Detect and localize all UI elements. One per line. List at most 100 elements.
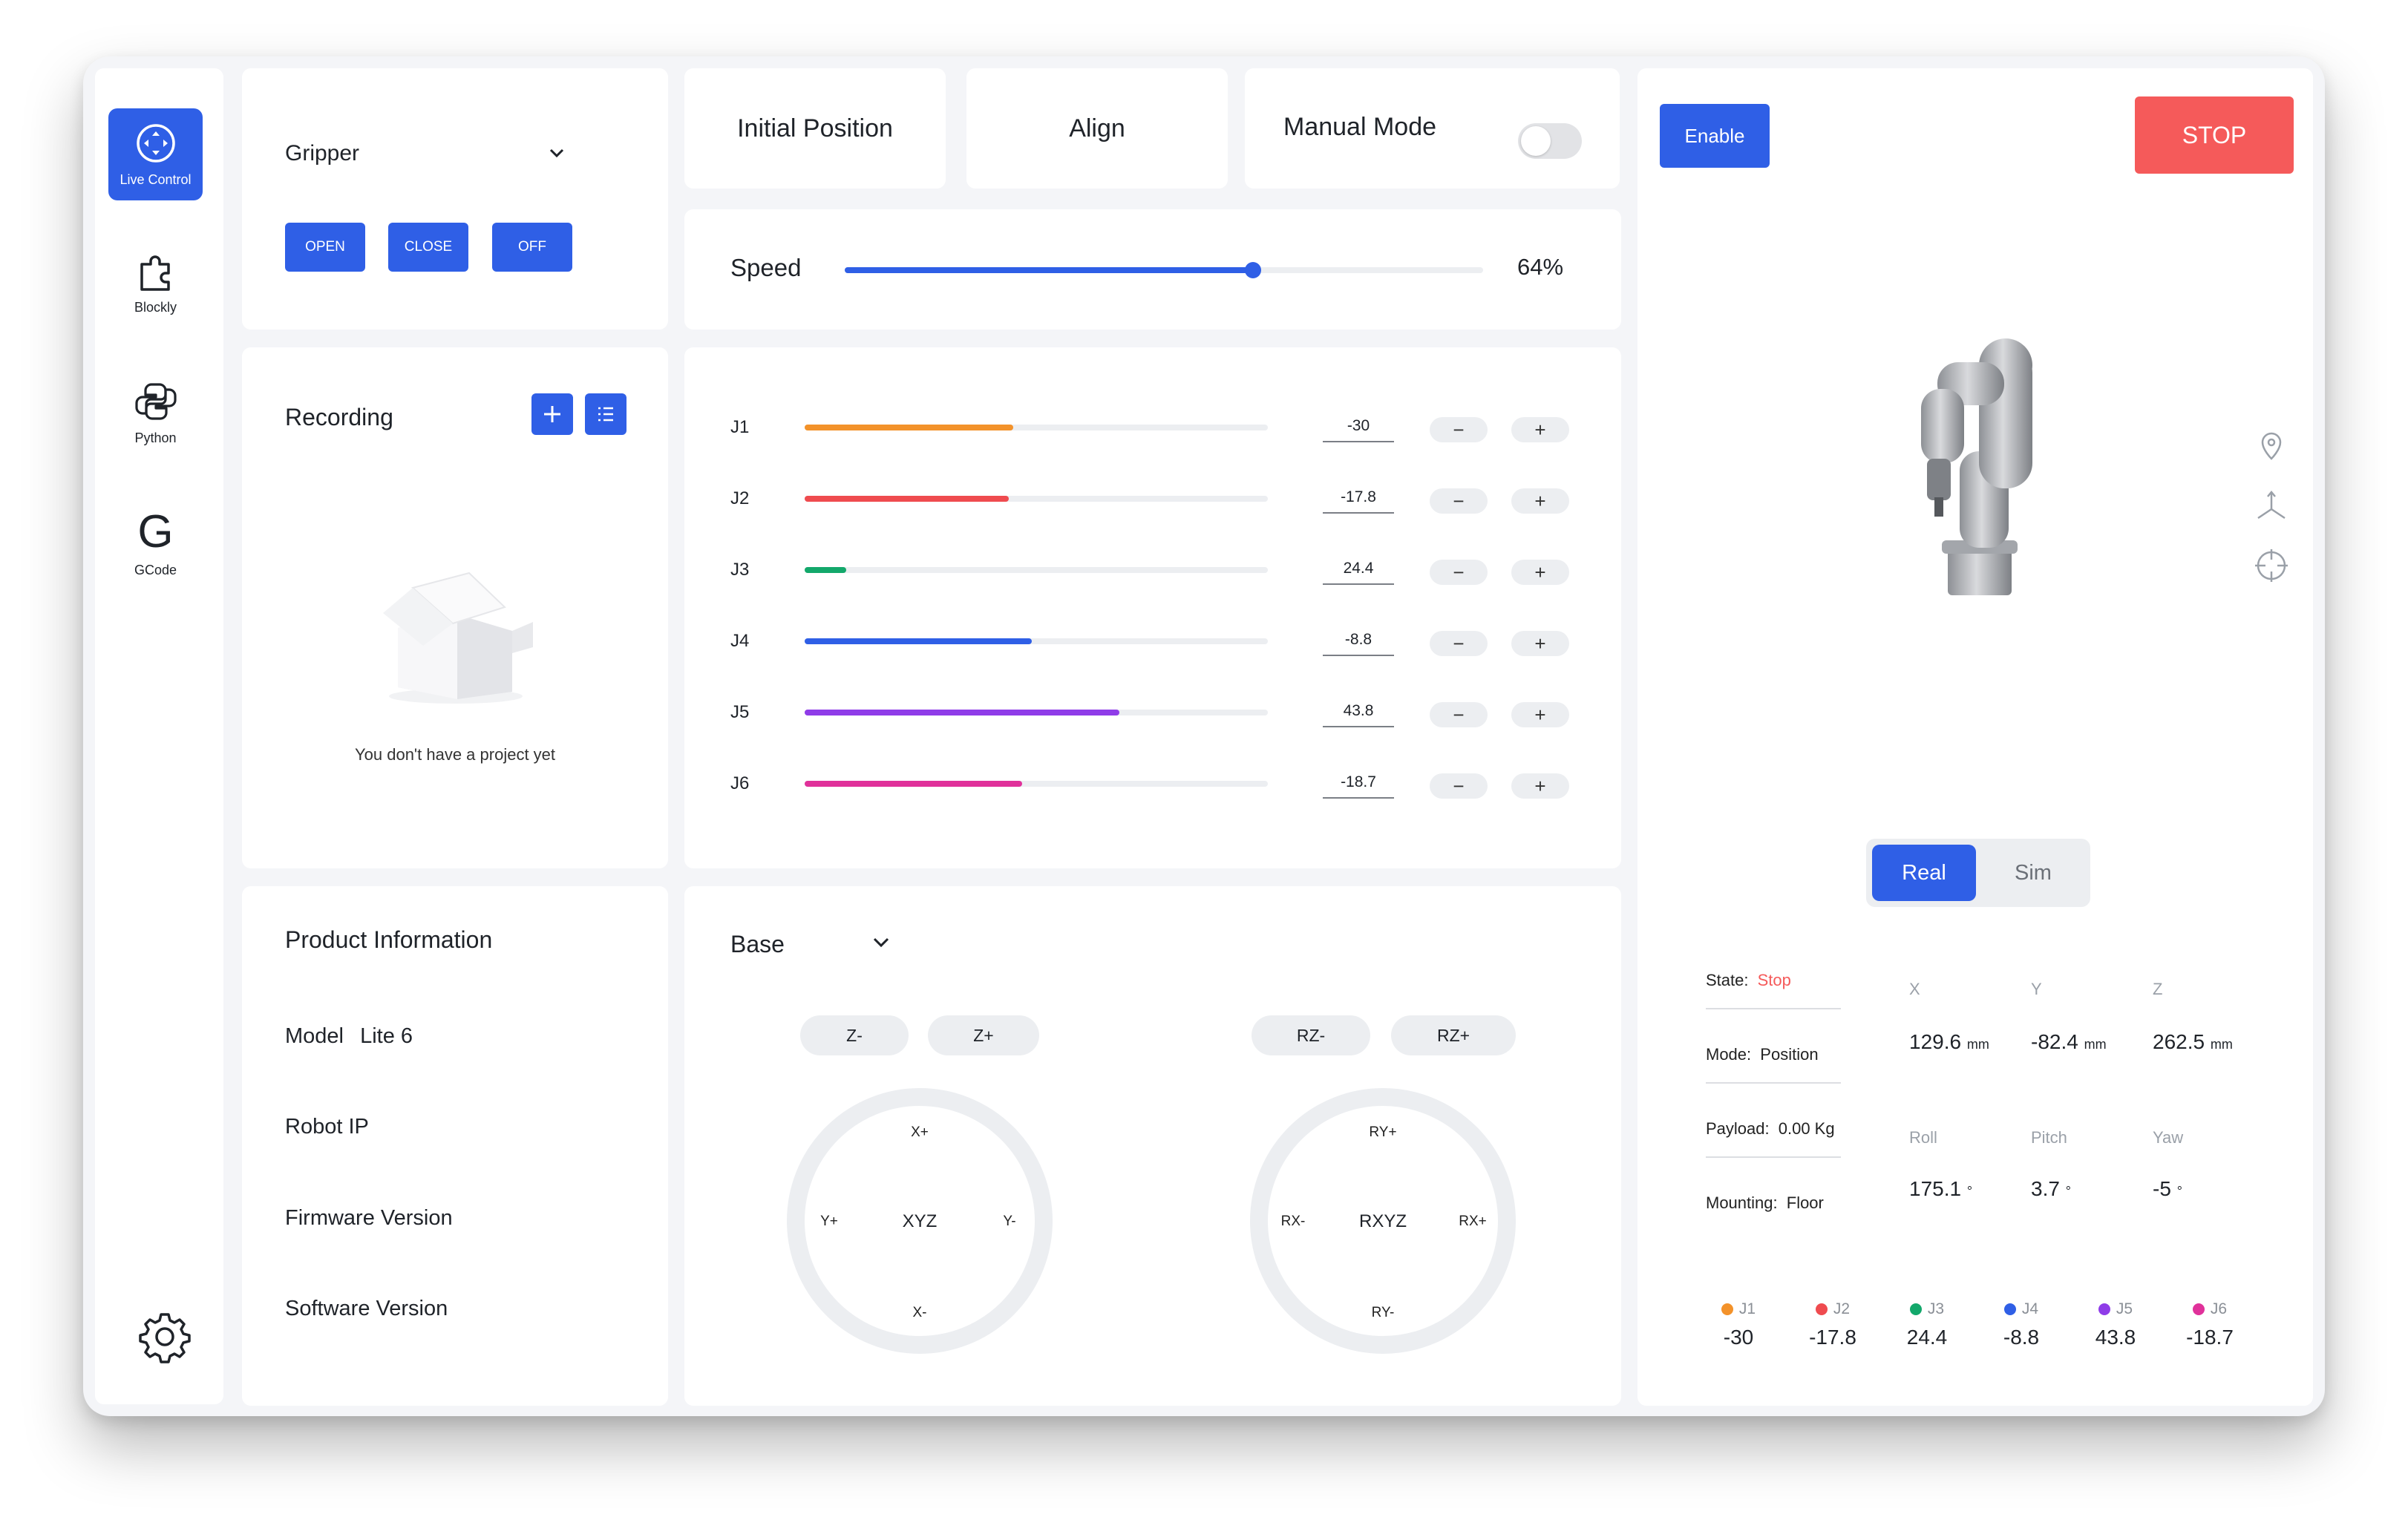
rxyz-center-label: RXYZ: [1358, 1211, 1407, 1231]
legend-label: J6: [2210, 1300, 2228, 1317]
gripper-open-button[interactable]: OPEN: [285, 223, 365, 272]
joint-row: J2 -17.8 − +: [684, 481, 1621, 518]
manual-mode-toggle[interactable]: [1518, 123, 1582, 159]
joint-slider-track[interactable]: [805, 496, 1268, 502]
sidebar-item-python[interactable]: Python: [108, 367, 203, 459]
legend-dot: [1909, 1303, 1922, 1315]
view-mode-toggle: Real Sim: [1866, 839, 2090, 907]
joint-decrement-button[interactable]: −: [1430, 488, 1488, 514]
sidebar: Live Control Blockly Python G GCode: [95, 68, 223, 1404]
location-pin-icon[interactable]: [2254, 429, 2289, 465]
joint-decrement-button[interactable]: −: [1430, 773, 1488, 799]
divider: [1706, 1156, 1841, 1158]
recording-list-button[interactable]: [585, 393, 626, 435]
legend-label: J2: [1833, 1300, 1851, 1317]
joint-increment-button[interactable]: +: [1511, 560, 1569, 585]
initial-position-button[interactable]: Initial Position: [684, 68, 946, 189]
speed-label: Speed: [730, 254, 802, 281]
crosshair-icon[interactable]: [2254, 548, 2289, 583]
gcode-icon: G: [137, 505, 174, 557]
rx-minus-button[interactable]: RX-: [1281, 1214, 1306, 1230]
joint-slider-track[interactable]: [805, 710, 1268, 715]
joint-value-input[interactable]: 43.8: [1323, 695, 1394, 727]
y-minus-button[interactable]: Y-: [1003, 1214, 1015, 1230]
joint-label: J6: [730, 773, 750, 793]
speed-slider-track[interactable]: [845, 262, 1483, 278]
enable-button[interactable]: Enable: [1660, 104, 1770, 168]
sidebar-item-label: Live Control: [120, 171, 192, 187]
joint-value-input[interactable]: -8.8: [1323, 623, 1394, 656]
firmware-version-label: Firmware Version: [285, 1206, 453, 1230]
gripper-title: Gripper: [285, 141, 360, 166]
robot-ip-label: Robot IP: [285, 1115, 369, 1139]
joint-value-input[interactable]: -17.8: [1323, 481, 1394, 514]
joint-decrement-button[interactable]: −: [1430, 417, 1488, 442]
model-label: Model: [285, 1024, 344, 1048]
gear-icon[interactable]: [138, 1310, 192, 1363]
joint-slider-track[interactable]: [805, 638, 1268, 644]
sidebar-item-label: Blockly: [134, 299, 177, 315]
joint-value-input[interactable]: -18.7: [1323, 766, 1394, 799]
joint-row: J5 43.8 − +: [684, 695, 1621, 732]
joint-increment-button[interactable]: +: [1511, 417, 1569, 442]
x-plus-button[interactable]: X+: [911, 1124, 929, 1141]
legend-label: J1: [1738, 1300, 1756, 1317]
sidebar-item-blockly[interactable]: Blockly: [108, 236, 203, 328]
move-arrows-icon: [136, 123, 175, 163]
sidebar-item-live-control[interactable]: Live Control: [108, 108, 203, 200]
joint-value-input[interactable]: -30: [1323, 410, 1394, 442]
joint-value-input[interactable]: 24.4: [1323, 552, 1394, 585]
legend-value: 43.8: [2095, 1326, 2136, 1349]
chevron-down-icon[interactable]: [870, 931, 892, 953]
rz-minus-button[interactable]: RZ-: [1252, 1015, 1370, 1055]
z-minus-button[interactable]: Z-: [800, 1015, 909, 1055]
joint-slider-track[interactable]: [805, 567, 1268, 573]
rx-plus-button[interactable]: RX+: [1459, 1214, 1487, 1230]
sidebar-item-gcode[interactable]: G GCode: [108, 497, 203, 589]
add-recording-button[interactable]: [531, 393, 573, 435]
manual-mode-card: Manual Mode: [1245, 68, 1620, 189]
gripper-off-button[interactable]: OFF: [492, 223, 572, 272]
ry-minus-button[interactable]: RY-: [1372, 1305, 1395, 1321]
rz-plus-button[interactable]: RZ+: [1391, 1015, 1516, 1055]
divider: [1706, 1082, 1841, 1084]
legend-value: 24.4: [1906, 1326, 1948, 1349]
joint-increment-button[interactable]: +: [1511, 631, 1569, 656]
legend-item: J3 24.4: [1890, 1300, 1964, 1349]
joint-decrement-button[interactable]: −: [1430, 560, 1488, 585]
joint-slider-track[interactable]: [805, 781, 1268, 787]
z-plus-button[interactable]: Z+: [928, 1015, 1039, 1055]
payload-value: 0.00 Kg: [1778, 1119, 1835, 1138]
ry-plus-button[interactable]: RY+: [1369, 1124, 1396, 1141]
legend-item: J2 -17.8: [1796, 1300, 1870, 1349]
mounting-value: Floor: [1786, 1193, 1824, 1212]
chevron-down-icon[interactable]: [546, 143, 567, 163]
real-view-button[interactable]: Real: [1872, 845, 1976, 901]
joint-decrement-button[interactable]: −: [1430, 702, 1488, 727]
sim-view-button[interactable]: Sim: [1982, 845, 2084, 901]
sidebar-item-label: GCode: [134, 562, 177, 577]
y-plus-button[interactable]: Y+: [820, 1214, 838, 1230]
product-info-title: Product Information: [285, 926, 493, 953]
axes-icon[interactable]: [2254, 488, 2289, 524]
mode-row: Mode: Position: [1706, 1045, 1819, 1064]
joint-increment-button[interactable]: +: [1511, 773, 1569, 799]
x-minus-button[interactable]: X-: [913, 1305, 927, 1321]
gripper-panel: Gripper OPEN CLOSE OFF: [242, 68, 668, 330]
joint-increment-button[interactable]: +: [1511, 702, 1569, 727]
joint-decrement-button[interactable]: −: [1430, 631, 1488, 656]
roll-label: Roll: [1909, 1128, 1937, 1147]
state-value: Stop: [1757, 971, 1791, 989]
frame-select-value[interactable]: Base: [730, 931, 785, 958]
model-row: Model Lite 6: [285, 1024, 413, 1049]
legend-value: -18.7: [2186, 1326, 2234, 1349]
align-button[interactable]: Align: [966, 68, 1228, 189]
joint-increment-button[interactable]: +: [1511, 488, 1569, 514]
robot-arm-model[interactable]: [1905, 325, 2061, 607]
gripper-close-button[interactable]: CLOSE: [388, 223, 468, 272]
stop-button[interactable]: STOP: [2135, 96, 2294, 174]
roll-value: 175.1 °: [1909, 1177, 1973, 1200]
joint-slider-track[interactable]: [805, 425, 1268, 430]
speed-slider-handle[interactable]: [1245, 262, 1262, 278]
pitch-label: Pitch: [2031, 1128, 2067, 1147]
